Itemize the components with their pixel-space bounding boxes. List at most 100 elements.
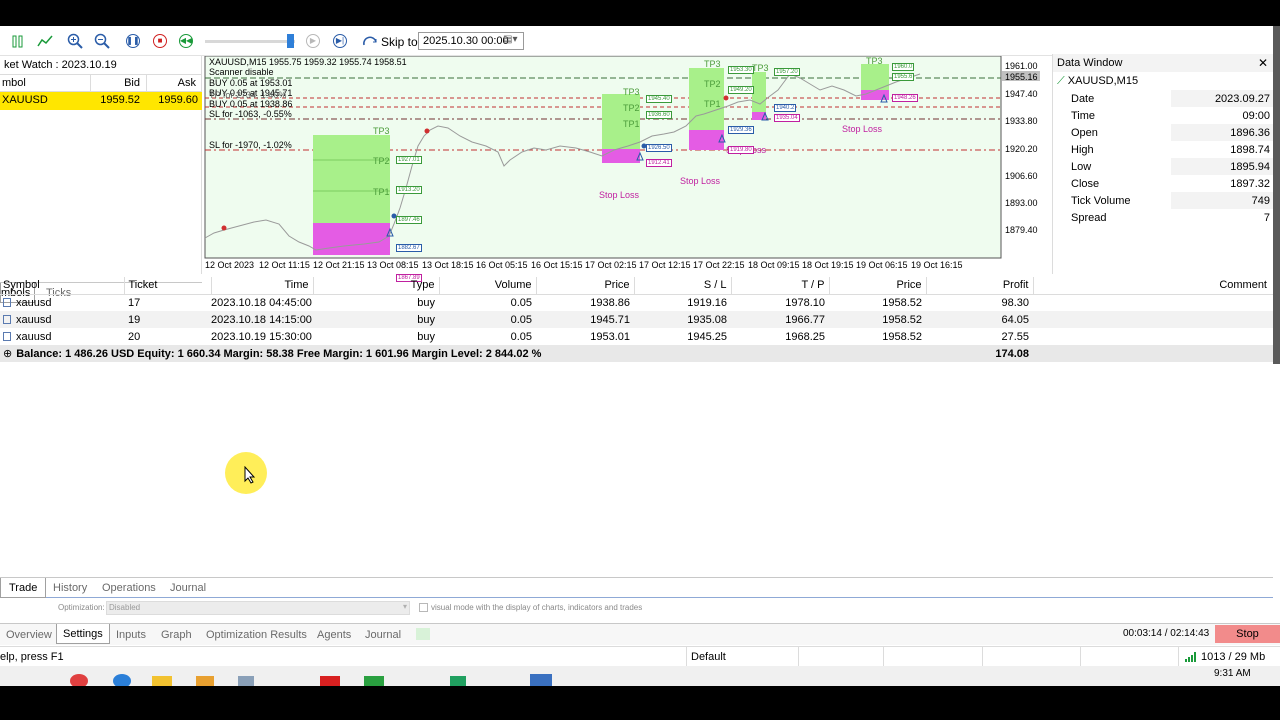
app-icon[interactable] — [196, 676, 214, 686]
tab-journal[interactable]: Journal — [164, 578, 212, 598]
row-profit: 27.55 — [1001, 330, 1029, 343]
tab-inputs[interactable]: Inputs — [110, 625, 152, 645]
tab-operations[interactable]: Operations — [96, 578, 162, 598]
pause-icon: ❚❚ — [126, 36, 140, 45]
zoom-out-button[interactable] — [93, 32, 111, 50]
col-bid[interactable]: Bid — [124, 77, 140, 89]
row-current-price: 1958.52 — [882, 330, 922, 343]
vertical-scrollbar[interactable] — [1273, 26, 1280, 364]
dw-label: Low — [1071, 160, 1092, 173]
col-symbol[interactable]: mbol — [2, 77, 26, 89]
col-type[interactable]: Type — [313, 277, 440, 294]
tab-trade[interactable]: Trade — [0, 578, 47, 598]
app-icon[interactable] — [238, 676, 254, 686]
stop-test-button[interactable]: ■ — [153, 34, 167, 48]
time-tick: 17 Oct 12:15 — [639, 260, 691, 270]
row-tp[interactable]: 1966.77 — [731, 311, 829, 328]
table-row[interactable]: xauusd 20 2023.10.19 15:30:00 buy 0.05 1… — [0, 328, 1273, 345]
tab-journal[interactable]: Journal — [359, 625, 407, 645]
zoom-out-icon — [94, 33, 110, 49]
app-icon[interactable] — [320, 676, 340, 686]
skip-end-button[interactable]: ▶| — [333, 34, 347, 48]
data-window-title: Data Window — [1057, 57, 1123, 69]
taskbar: 9:31 AM — [0, 666, 1280, 686]
taskbar-clock: 9:31 AM — [1214, 668, 1251, 679]
bar-chart-button[interactable] — [10, 32, 28, 50]
row-volume: 0.05 — [510, 296, 532, 309]
price-tag: 1929.36 — [728, 126, 754, 134]
row-bid: 1959.52 — [100, 94, 140, 106]
row-sl[interactable]: 1935.08 — [634, 311, 731, 328]
skip-to-value: 2025.10.30 00:00 — [423, 35, 509, 47]
edge-icon[interactable] — [113, 674, 131, 686]
col-time[interactable]: Time — [211, 277, 314, 294]
total-profit: 174.08 — [995, 347, 1029, 360]
metatrader-icon[interactable] — [530, 674, 552, 686]
table-row[interactable]: xauusd 19 2023.10.18 14:15:00 buy 0.05 1… — [0, 311, 1273, 328]
app-icon[interactable] — [364, 676, 384, 686]
row-tp[interactable]: 1978.10 — [731, 294, 829, 311]
dw-value: 1895.94 — [1171, 158, 1274, 175]
col-comment[interactable]: Comment — [1033, 277, 1273, 294]
dw-value: 1896.36 — [1171, 124, 1274, 141]
balance-cell: ⊕ Balance: 1 486.26 USD Equity: 1 660.34 … — [0, 345, 926, 362]
sl-zone — [602, 149, 640, 163]
stop-icon: ■ — [157, 36, 163, 45]
col-profit[interactable]: Profit — [926, 277, 1034, 294]
scrollbar-thumb[interactable] — [1273, 26, 1280, 364]
price-tag: 1882.67 — [396, 244, 422, 252]
tab-optimization-results[interactable]: Optimization Results — [200, 625, 313, 645]
time-tick: 18 Oct 09:15 — [748, 260, 800, 270]
col-price[interactable]: Price — [536, 277, 635, 294]
stop-button[interactable]: Stop — [1215, 625, 1280, 643]
app-icon[interactable] — [450, 676, 466, 686]
col-tp[interactable]: T / P — [731, 277, 830, 294]
col-volume[interactable]: Volume — [439, 277, 537, 294]
tab-graph[interactable]: Graph — [155, 625, 198, 645]
status-divider — [982, 647, 983, 666]
column-divider — [146, 75, 147, 91]
data-window-symbol: XAUUSD,M15 — [1067, 75, 1139, 87]
row-sl[interactable]: 1919.16 — [634, 294, 731, 311]
stop-loss-label: Stop Loss — [599, 190, 640, 200]
col-ask[interactable]: Ask — [178, 77, 196, 89]
close-icon[interactable]: ✕ — [1258, 54, 1268, 72]
col-ticket[interactable]: Ticket — [124, 277, 212, 294]
info-sl-1: SL for -1063, -0.55% — [209, 109, 292, 120]
tab-overview[interactable]: Overview — [0, 625, 58, 645]
time-tick: 13 Oct 18:15 — [422, 260, 474, 270]
optimization-select[interactable]: Disabled ▾ — [106, 601, 410, 615]
col-sl[interactable]: S / L — [634, 277, 732, 294]
tab-agents[interactable]: Agents — [311, 625, 357, 645]
test-timer: 00:03:14 / 02:14:43 — [1123, 628, 1210, 639]
balance-icon: ⊕ — [3, 348, 13, 360]
row-tp[interactable]: 1968.25 — [731, 328, 829, 345]
tab-history[interactable]: History — [47, 578, 93, 598]
stop-loss-label: Stop Loss — [680, 176, 721, 186]
chart-area[interactable]: XAUUSD,M15 1955.75 1959.32 1955.74 1958.… — [204, 56, 1050, 282]
market-watch-row[interactable]: XAUUSD 1959.52 1959.60 — [0, 92, 202, 110]
row-sl[interactable]: 1945.25 — [634, 328, 731, 345]
tp3-label: TP3 — [623, 87, 640, 97]
row-symbol: xauusd — [16, 330, 52, 343]
line-chart-button[interactable] — [36, 32, 54, 50]
market-watch-title: ket Watch : 2023.10.19 — [0, 56, 201, 74]
tab-settings[interactable]: Settings — [56, 624, 110, 644]
skip-to-datetime[interactable]: 2025.10.30 00:00 ▤▾ — [418, 32, 524, 50]
visual-mode-checkbox[interactable] — [419, 603, 428, 612]
rewind-button[interactable]: ◀◀ — [179, 34, 193, 48]
pause-button[interactable]: ❚❚ — [126, 34, 140, 48]
chrome-icon[interactable] — [70, 674, 88, 686]
price-tag: 1919.80 — [728, 146, 754, 154]
dw-value: 09:00 — [1242, 109, 1270, 122]
speed-slider[interactable] — [205, 34, 295, 48]
calendar-dropdown-icon[interactable]: ▤▾ — [503, 34, 517, 45]
zoom-in-button[interactable] — [66, 32, 84, 50]
terminal-tabs: Trade History Operations Journal — [0, 577, 1273, 598]
col-current-price[interactable]: Price — [829, 277, 927, 294]
table-row[interactable]: xauusd 17 2023.10.18 04:45:00 buy 0.05 1… — [0, 294, 1273, 311]
time-tick: 18 Oct 19:15 — [802, 260, 854, 270]
speed-slider-thumb[interactable] — [287, 34, 294, 48]
col-symbol[interactable]: Symbol — [0, 277, 125, 294]
folder-icon[interactable] — [152, 676, 172, 686]
